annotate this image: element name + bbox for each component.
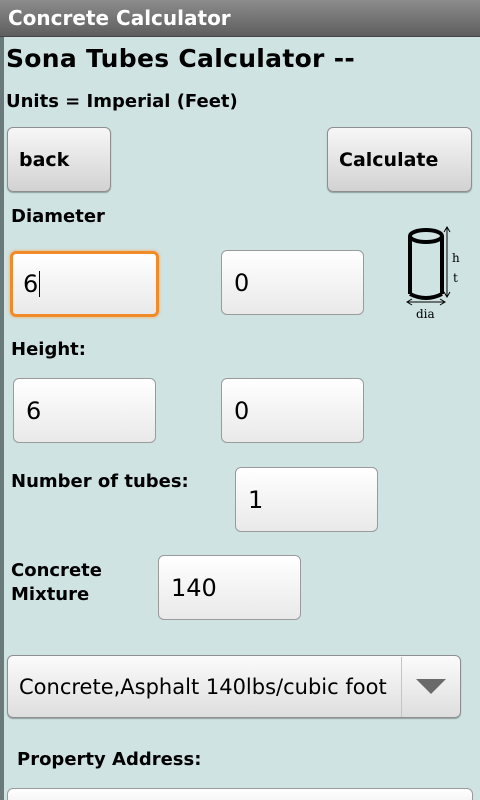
back-button[interactable]: back xyxy=(7,127,111,192)
svg-text:t: t xyxy=(453,271,458,285)
app-title: Concrete Calculator xyxy=(8,6,231,30)
height-inches-input[interactable]: 0 xyxy=(221,378,364,443)
number-of-tubes-value: 1 xyxy=(248,485,264,514)
left-edge xyxy=(0,37,4,800)
diameter-feet-value: 6 xyxy=(23,270,39,298)
diameter-inches-value: 0 xyxy=(234,268,250,297)
concrete-mixture-label-line2: Mixture xyxy=(11,584,90,605)
diameter-label: Diameter xyxy=(11,206,105,227)
concrete-mixture-input[interactable]: 140 xyxy=(158,555,301,620)
chevron-down-icon[interactable] xyxy=(402,656,460,717)
page-title: Sona Tubes Calculator -- xyxy=(6,44,356,73)
concrete-type-dropdown[interactable]: Concrete,Asphalt 140lbs/cubic foot xyxy=(7,655,461,718)
app-title-bar: Concrete Calculator xyxy=(0,0,480,37)
property-address-input[interactable] xyxy=(7,788,473,800)
tube-dimensions-icon: h t dia xyxy=(406,226,460,320)
svg-text:h: h xyxy=(452,251,460,265)
number-of-tubes-label: Number of tubes: xyxy=(11,471,189,492)
concrete-mixture-label: Concrete Mixture xyxy=(11,559,102,607)
property-address-label: Property Address: xyxy=(17,749,202,770)
concrete-mixture-value: 140 xyxy=(171,573,217,602)
height-inches-value: 0 xyxy=(234,396,250,425)
diameter-feet-input[interactable]: 6 xyxy=(10,251,159,317)
back-button-label: back xyxy=(19,148,70,171)
height-label: Height: xyxy=(11,339,86,360)
number-of-tubes-input[interactable]: 1 xyxy=(235,467,378,532)
concrete-mixture-label-line1: Concrete xyxy=(11,560,102,581)
units-label: Units = Imperial (Feet) xyxy=(6,91,238,112)
height-feet-input[interactable]: 6 xyxy=(13,378,156,443)
height-feet-value: 6 xyxy=(26,396,42,425)
diameter-inches-input[interactable]: 0 xyxy=(221,250,364,315)
calculate-button[interactable]: Calculate xyxy=(327,127,472,192)
svg-text:dia: dia xyxy=(416,307,435,320)
concrete-type-selected: Concrete,Asphalt 140lbs/cubic foot xyxy=(19,674,387,699)
calculate-button-label: Calculate xyxy=(339,148,439,171)
text-caret xyxy=(39,271,41,297)
